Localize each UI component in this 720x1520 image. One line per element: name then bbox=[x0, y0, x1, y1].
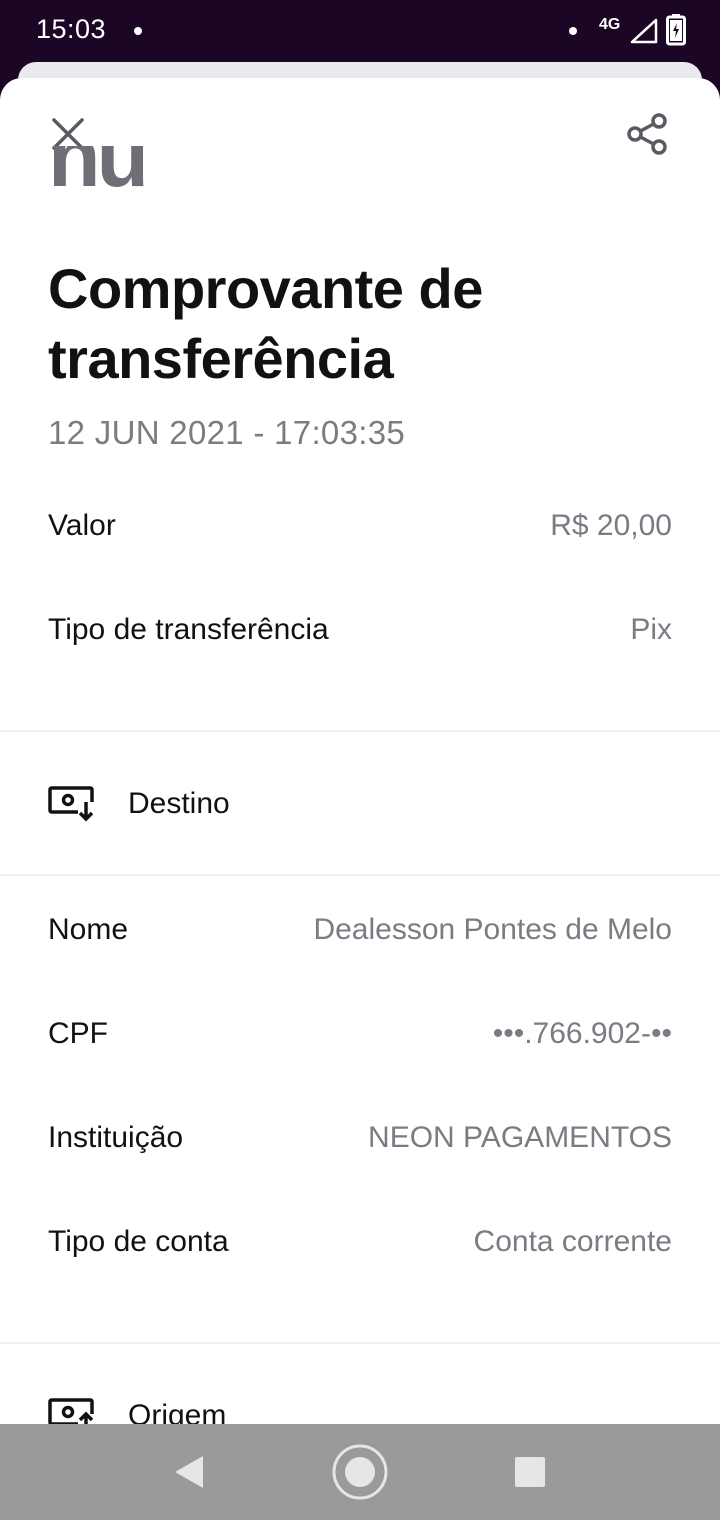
row-value: R$ 20,00 bbox=[550, 509, 672, 542]
back-triangle-icon[interactable] bbox=[170, 1452, 210, 1492]
network-type: 4G bbox=[599, 16, 621, 33]
row-label: Tipo de transferência bbox=[48, 613, 329, 646]
divider bbox=[0, 874, 720, 876]
row-label: Valor bbox=[48, 509, 116, 542]
row-value: Dealesson Pontes de Melo bbox=[313, 913, 672, 946]
row-label: Tipo de conta bbox=[48, 1225, 229, 1258]
battery-icon bbox=[666, 14, 686, 46]
summary-row-tipo: Tipo de transferência Pix bbox=[48, 610, 672, 650]
notification-dot-icon bbox=[569, 27, 577, 35]
destination-row-nome: Nome Dealesson Pontes de Melo bbox=[48, 910, 672, 950]
notification-dot-icon bbox=[134, 27, 142, 35]
divider bbox=[0, 1342, 720, 1344]
signal-icon bbox=[630, 18, 658, 44]
divider bbox=[0, 730, 720, 732]
page-title: Comprovante de transferência bbox=[48, 257, 483, 390]
section-title: Origem bbox=[128, 1399, 227, 1424]
section-title: Destino bbox=[128, 787, 230, 820]
logo-text: nu bbox=[48, 146, 149, 205]
row-value: •••.766.902-•• bbox=[492, 1017, 672, 1050]
recent-square-icon[interactable] bbox=[513, 1455, 547, 1489]
section-destination: Destino bbox=[48, 782, 230, 826]
nubank-logo: nu bbox=[0, 146, 720, 216]
send-money-icon bbox=[48, 1398, 94, 1424]
transfer-datetime: 12 JUN 2021 - 17:03:35 bbox=[48, 414, 405, 451]
destination-row-tipo-conta: Tipo de conta Conta corrente bbox=[48, 1222, 672, 1262]
receipt-sheet: nu Comprovante de transferência 12 JUN 2… bbox=[0, 78, 720, 1424]
row-label: CPF bbox=[48, 1017, 108, 1050]
home-circle-icon[interactable] bbox=[331, 1443, 389, 1501]
row-value: Pix bbox=[630, 613, 672, 646]
status-time: 15:03 bbox=[36, 14, 107, 44]
receive-money-icon bbox=[48, 786, 94, 822]
summary-row-valor: Valor R$ 20,00 bbox=[48, 506, 672, 546]
destination-row-instituicao: Instituição NEON PAGAMENTOS bbox=[48, 1118, 672, 1158]
destination-row-cpf: CPF •••.766.902-•• bbox=[48, 1014, 672, 1054]
system-nav-bar bbox=[0, 1424, 720, 1520]
status-bar: 15:03 4G bbox=[0, 0, 720, 64]
row-label: Nome bbox=[48, 913, 129, 946]
row-label: Instituição bbox=[48, 1121, 184, 1154]
row-value: Conta corrente bbox=[473, 1225, 672, 1258]
row-value: NEON PAGAMENTOS bbox=[368, 1121, 672, 1154]
section-origin: Origem bbox=[48, 1394, 226, 1424]
